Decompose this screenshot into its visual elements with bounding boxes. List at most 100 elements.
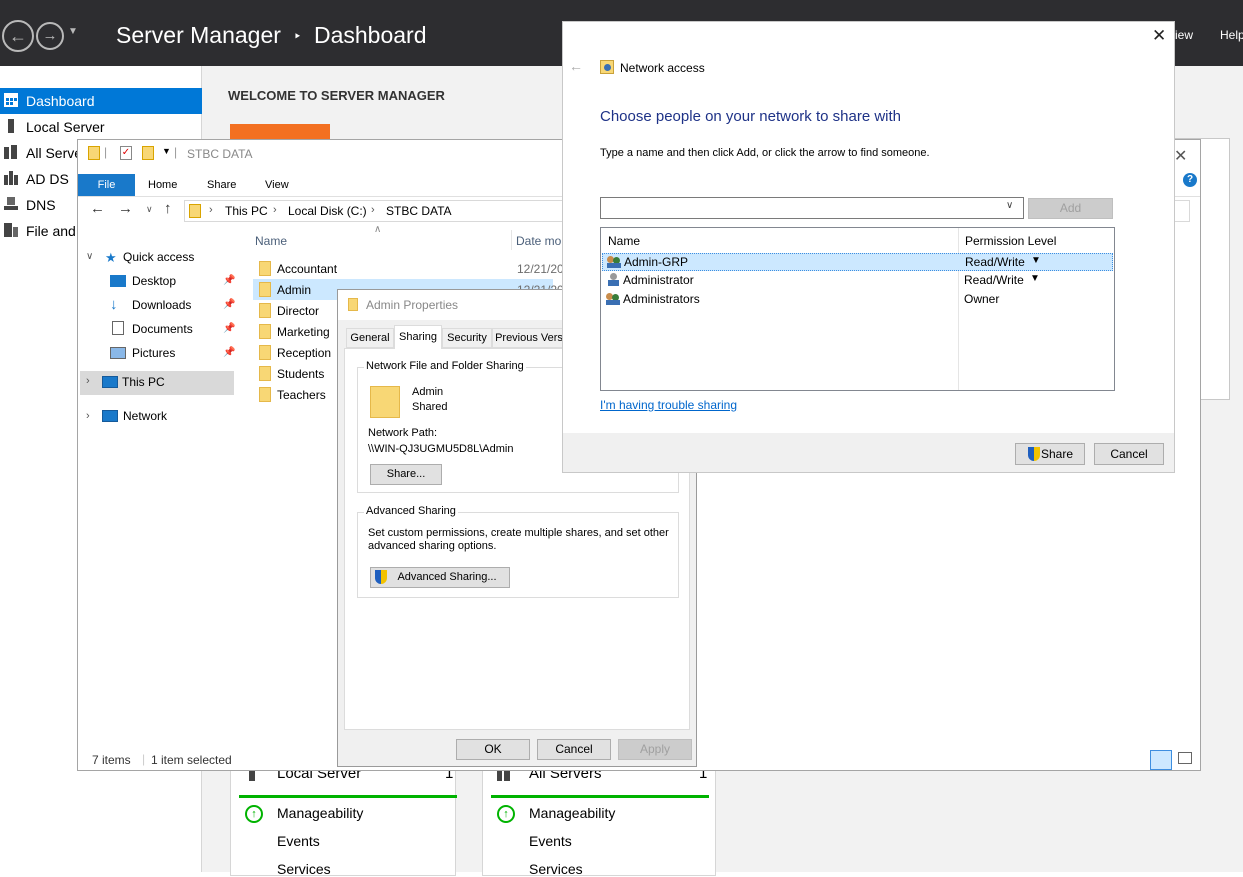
recent-locations-icon[interactable]: ∨	[146, 204, 153, 215]
tile-all-servers[interactable]: All Servers 1 ↑ Manageability Events Ser…	[482, 756, 716, 877]
pin-icon[interactable]: 📌	[223, 323, 235, 334]
servers-icon	[4, 145, 17, 159]
trouble-sharing-link[interactable]: I'm having trouble sharing	[600, 398, 737, 412]
tab-general[interactable]: General	[346, 328, 394, 348]
table-row[interactable]: Admin-GRP Read/Write ▼	[602, 253, 1113, 271]
tile-item[interactable]: Manageability	[529, 805, 615, 821]
status-bar	[491, 795, 709, 798]
documents-icon	[112, 321, 124, 335]
chevron-down-icon[interactable]: ∨	[1006, 200, 1013, 211]
pin-icon[interactable]: 📌	[223, 347, 235, 358]
network-path-label: Network Path:	[368, 427, 438, 439]
customize-toolbar-icon[interactable]: ▼	[162, 146, 171, 156]
nav-desktop[interactable]: Desktop	[132, 274, 176, 288]
file-services-icon	[4, 223, 18, 237]
cancel-button[interactable]: Cancel	[1094, 443, 1164, 465]
nav-network[interactable]: Network	[123, 409, 167, 423]
ok-button[interactable]: OK	[456, 739, 530, 760]
pin-icon[interactable]: 📌	[223, 299, 235, 310]
menu-help[interactable]: Help	[1220, 28, 1243, 42]
back-icon[interactable]: ←	[90, 200, 105, 217]
folder-icon	[259, 366, 271, 381]
tile-item[interactable]: Events	[277, 833, 320, 849]
tab-view[interactable]: View	[265, 174, 289, 196]
breadcrumb-this-pc[interactable]: This PC	[225, 204, 268, 218]
window-title: STBC DATA	[187, 147, 253, 161]
dropdown-arrow-icon[interactable]: ▼	[1030, 273, 1040, 284]
dialog-footer: Share Cancel	[563, 433, 1174, 472]
help-icon[interactable]: ?	[1183, 173, 1197, 187]
sidebar-item-local-server[interactable]: Local Server	[0, 114, 202, 140]
close-icon[interactable]: ✕	[1152, 26, 1166, 46]
tab-security[interactable]: Security	[442, 328, 492, 348]
dialog-title: Admin Properties	[366, 298, 459, 312]
share-name: Admin	[412, 386, 444, 398]
back-icon[interactable]: ←	[2, 20, 34, 52]
list-item[interactable]: Accountant 12/21/20	[251, 258, 564, 279]
column-permission[interactable]: Permission Level	[965, 234, 1056, 248]
back-icon[interactable]: ←	[569, 58, 583, 74]
pictures-icon	[110, 347, 126, 359]
tab-file[interactable]: File	[78, 174, 135, 196]
pin-icon[interactable]: 📌	[223, 275, 235, 286]
forward-icon[interactable]: →	[118, 200, 133, 217]
dialog-title: Network access	[620, 61, 705, 75]
nav-this-pc-row[interactable]: › This PC	[80, 371, 234, 395]
breadcrumb-stbc-data[interactable]: STBC DATA	[386, 204, 452, 218]
menu-view[interactable]: iew	[1175, 28, 1193, 42]
tab-previous-versions[interactable]: Previous Vers	[492, 328, 566, 348]
server-icon	[8, 119, 14, 133]
folder-icon	[348, 298, 358, 311]
close-icon[interactable]: ✕	[1174, 146, 1187, 166]
large-icons-view-icon[interactable]	[1178, 752, 1192, 764]
add-button[interactable]: Add	[1028, 198, 1113, 219]
nav-downloads[interactable]: Downloads	[132, 298, 191, 312]
tab-share[interactable]: Share	[207, 174, 236, 196]
new-folder-icon[interactable]	[142, 146, 154, 160]
computer-icon	[102, 376, 118, 388]
status-selection: 1 item selected	[151, 753, 232, 767]
breadcrumb-local-disk[interactable]: Local Disk (C:)	[288, 204, 367, 218]
tab-sharing[interactable]: Sharing	[394, 325, 442, 349]
share-button[interactable]: Share...	[370, 464, 442, 485]
uac-shield-icon	[1028, 447, 1040, 461]
tile-item[interactable]: Manageability	[277, 805, 363, 821]
tile-local-server[interactable]: Local Server 1 ↑ Manageability Events Se…	[230, 756, 457, 877]
folder-icon	[259, 303, 271, 318]
name-combobox[interactable]: ∨	[600, 197, 1024, 219]
tile-item[interactable]: Services	[277, 861, 331, 877]
network-icon	[102, 410, 118, 422]
dropdown-arrow-icon[interactable]: ▼	[1031, 255, 1041, 266]
chevron-right-icon[interactable]: ›	[86, 410, 90, 422]
forward-icon[interactable]: →	[36, 22, 64, 50]
cancel-button[interactable]: Cancel	[537, 739, 611, 760]
tile-item[interactable]: Events	[529, 833, 572, 849]
column-name[interactable]: Name	[608, 234, 640, 248]
details-view-icon[interactable]	[1150, 750, 1172, 770]
advanced-sharing-desc: Set custom permissions, create multiple …	[368, 527, 669, 539]
nav-documents[interactable]: Documents	[132, 322, 193, 336]
properties-icon[interactable]: ✓	[120, 146, 132, 160]
tile-item[interactable]: Services	[529, 861, 583, 877]
sidebar-item-dashboard[interactable]: Dashboard	[0, 88, 202, 114]
column-name[interactable]: Name	[255, 234, 287, 248]
tab-home[interactable]: Home	[148, 174, 177, 196]
dashboard-icon	[4, 93, 18, 107]
history-dropdown-icon[interactable]: ▼	[68, 26, 78, 37]
table-row[interactable]: Administrator Read/Write ▼	[602, 272, 1113, 290]
up-icon[interactable]: ↑	[164, 200, 172, 217]
share-button[interactable]: Share	[1015, 443, 1085, 465]
chevron-right-icon[interactable]: ›	[86, 375, 90, 387]
nav-this-pc[interactable]: This PC	[122, 375, 165, 389]
instruction-text: Type a name and then click Add, or click…	[600, 147, 930, 159]
folder-icon	[259, 345, 271, 360]
navigation-pane: ∨ ★ Quick access Desktop 📌 ↓ Downloads 📌…	[78, 226, 238, 746]
apply-button[interactable]: Apply	[618, 739, 692, 760]
nav-pictures[interactable]: Pictures	[132, 346, 175, 360]
column-date[interactable]: Date mo	[516, 234, 561, 248]
nav-quick-access[interactable]: Quick access	[123, 250, 194, 264]
chevron-down-icon[interactable]: ∨	[86, 251, 93, 262]
advanced-sharing-button[interactable]: Advanced Sharing...	[370, 567, 510, 588]
welcome-heading: WELCOME TO SERVER MANAGER	[228, 88, 445, 103]
table-row[interactable]: Administrators Owner	[602, 291, 1113, 309]
